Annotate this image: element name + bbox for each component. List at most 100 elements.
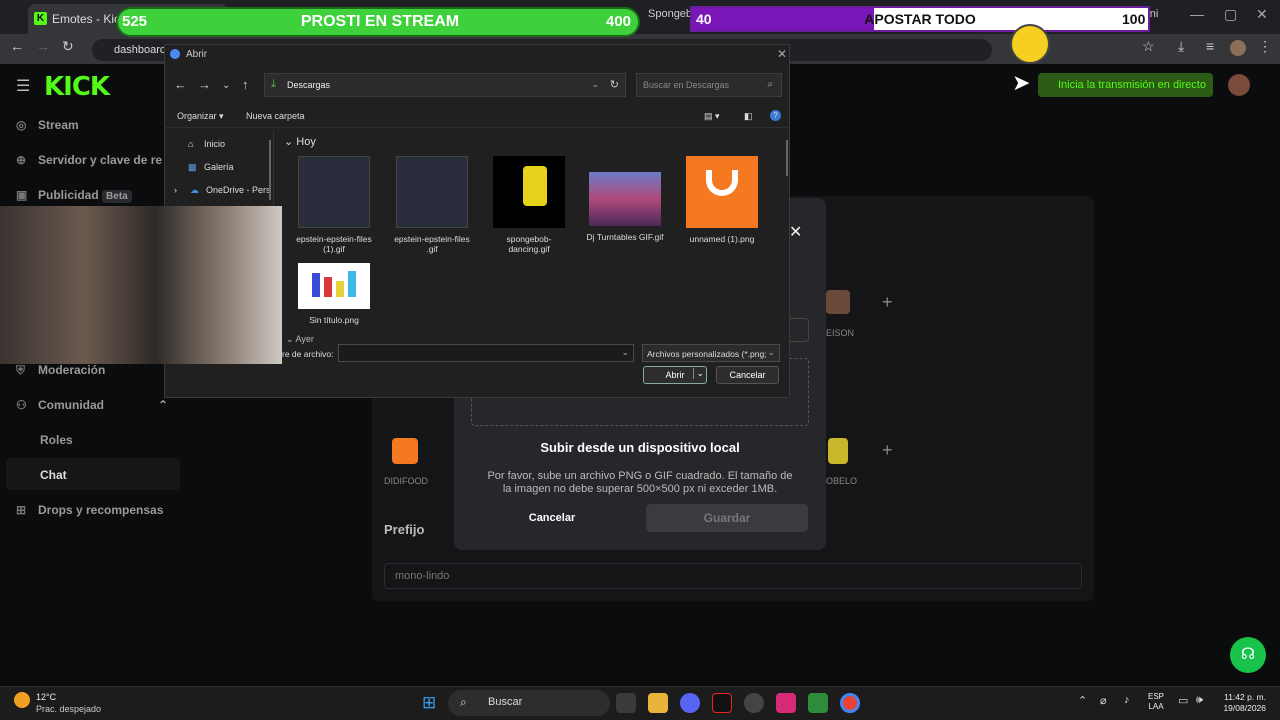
chevron-down-icon[interactable]: ⌄ [621, 347, 629, 358]
file-item[interactable]: spongebob-dancing.gif [487, 156, 571, 254]
emote-bobelo[interactable] [828, 438, 848, 464]
poll-right-goal: 100 [1122, 11, 1146, 27]
menu-icon[interactable]: ⋮ [1258, 38, 1272, 55]
file-item[interactable]: Dj Turntables GIF.gif [583, 156, 667, 242]
help-icon[interactable]: ? [770, 110, 781, 121]
poll-right-title: APOSTAR TODO [864, 11, 976, 27]
excel-icon[interactable] [808, 693, 828, 713]
group-header-yesterday[interactable]: ⌄ Ayer [286, 334, 314, 345]
refresh-icon[interactable]: ↻ [610, 78, 619, 91]
chrome-taskbar-icon[interactable] [840, 693, 860, 713]
emote-eison[interactable] [826, 290, 850, 314]
taskbar-search[interactable]: ⌕ Buscar [448, 690, 610, 716]
microphone-icon[interactable]: ♪ [1124, 694, 1130, 706]
back-icon[interactable]: ← [10, 38, 24, 54]
dialog-close-icon[interactable]: ✕ [777, 47, 787, 61]
instagram-icon[interactable] [776, 693, 796, 713]
file-explorer-icon[interactable] [648, 693, 668, 713]
prefix-label: Prefijo [384, 522, 425, 537]
minimize-button[interactable]: — [1190, 6, 1204, 22]
maximize-button[interactable]: ▢ [1224, 6, 1237, 23]
shield-icon: ⛨ [16, 363, 26, 377]
hamburger-icon[interactable]: ☰ [16, 76, 30, 96]
sidebar-item-ads[interactable]: ▣ Publicidad Beta [16, 188, 132, 203]
file-thumbnail [493, 156, 565, 228]
filetype-select[interactable]: Archivos personalizados (*.png; ⌄ [642, 344, 780, 362]
back-icon[interactable]: ← [174, 77, 187, 92]
forward-icon[interactable]: → [36, 38, 50, 54]
tray-overflow-icon[interactable]: ⌃ [1078, 694, 1087, 707]
emote-didifood[interactable] [392, 438, 418, 464]
open-split-chevron-icon[interactable]: ⌄ [693, 368, 704, 379]
volume-icon[interactable]: 🕪 [1196, 694, 1203, 707]
prefix-input[interactable]: mono-lindo [384, 563, 1082, 589]
language-indicator[interactable]: ESP LAA [1148, 692, 1164, 712]
upload-title: Subir desde un dispositivo local [540, 440, 740, 455]
file-item[interactable]: epstein-epstein-files (1).gif [292, 156, 376, 254]
sidebar-item-roles[interactable]: Roles [40, 433, 73, 447]
poll-right-value: 40 [696, 11, 712, 27]
sidebar-item-stream[interactable]: ◎ Stream [16, 118, 79, 132]
sidebar-item-server[interactable]: ⊕ Servidor y clave de re [16, 153, 162, 167]
organize-button[interactable]: Organizar ▾ [177, 111, 224, 122]
search-icon: ⌕ [767, 79, 773, 90]
dialog-cancel-button[interactable]: Cancelar [716, 366, 779, 384]
open-button[interactable]: Abrir ⌄ [643, 366, 707, 384]
forward-icon[interactable]: → [198, 77, 211, 92]
search-input[interactable]: Buscar en Descargas ⌕ [636, 73, 782, 97]
nav-item-home[interactable]: ⌂ Inicio [188, 139, 225, 149]
add-emote-icon[interactable]: + [882, 292, 893, 313]
weather-desc[interactable]: Prac. despejado [36, 704, 101, 714]
view-icon[interactable]: ▤ ▾ [704, 111, 720, 122]
save-button[interactable]: Guardar [646, 504, 808, 532]
sidebar-item-chat[interactable]: Chat [40, 468, 67, 482]
up-folder-icon[interactable]: ↑ [242, 77, 249, 92]
sidebar-item-community[interactable]: ⚇ Comunidad ⌃ [16, 398, 168, 412]
file-item[interactable]: unnamed (1).png [680, 156, 764, 244]
chevron-down-icon: ⌄ [767, 347, 775, 358]
kick-logo[interactable]: KICK [44, 72, 110, 102]
obs-icon[interactable] [744, 693, 764, 713]
close-icon[interactable]: ✕ [789, 222, 802, 242]
task-view-icon[interactable] [616, 693, 636, 713]
tiktok-icon[interactable] [712, 693, 732, 713]
preview-pane-icon[interactable]: ◧ [744, 111, 753, 122]
clock[interactable]: 11:42 p. m. 19/08/2026 [1216, 692, 1266, 714]
files-scrollbar[interactable] [786, 140, 788, 176]
nav-item-onedrive[interactable]: › ☁ OneDrive - Pers [174, 185, 271, 196]
poll-left-goal: 400 [606, 13, 632, 30]
network-icon[interactable]: ⌀ [1100, 694, 1107, 707]
home-icon: ⌂ [188, 139, 194, 149]
windows-start-icon[interactable]: ⊞ [422, 693, 436, 713]
support-chat-icon[interactable]: ☊ [1230, 637, 1266, 673]
file-thumbnail [298, 156, 370, 228]
go-live-button[interactable]: Inicia la transmisión en directo [1038, 73, 1213, 97]
cancel-button[interactable]: Cancelar [496, 505, 608, 531]
sidebar-item-moderation[interactable]: ⛨ Moderación [16, 363, 105, 378]
extensions-icon[interactable]: ≡ [1206, 38, 1214, 54]
display-icon[interactable]: ▭ [1178, 694, 1188, 707]
filename-input[interactable]: ⌄ [338, 344, 634, 362]
download-icon[interactable]: ⤓ [1178, 38, 1184, 55]
close-window-button[interactable]: ✕ [1256, 6, 1268, 23]
search-icon: ⌕ [460, 695, 467, 709]
file-item[interactable]: Sin título.png [292, 263, 376, 325]
nav-scrollbar[interactable] [269, 140, 271, 200]
file-item[interactable]: epstein-epstein-files .gif [390, 156, 474, 254]
weather-icon[interactable] [14, 692, 30, 708]
poll-left-title: PROSTI EN STREAM [300, 13, 460, 30]
group-header-today[interactable]: ⌄ Hoy [284, 135, 316, 148]
sidebar-item-drops[interactable]: ⊞ Drops y recompensas [16, 503, 163, 517]
nav-item-gallery[interactable]: ▩ Galería [188, 162, 234, 173]
chevron-down-icon[interactable]: ⌄ [591, 79, 599, 90]
add-emote-icon[interactable]: + [882, 440, 893, 461]
discord-icon[interactable] [680, 693, 700, 713]
bookmark-star-icon[interactable]: ☆ [1142, 38, 1155, 55]
path-bar[interactable]: ⤓ Descargas ⌄ ↻ [264, 73, 626, 97]
weather-temp[interactable]: 12°C [36, 692, 56, 702]
new-folder-button[interactable]: Nueva carpeta [246, 111, 305, 121]
profile-avatar[interactable] [1230, 40, 1246, 56]
reload-icon[interactable]: ↻ [62, 38, 74, 55]
user-avatar[interactable] [1228, 74, 1250, 96]
recent-locations-icon[interactable]: ⌄ [222, 80, 230, 91]
